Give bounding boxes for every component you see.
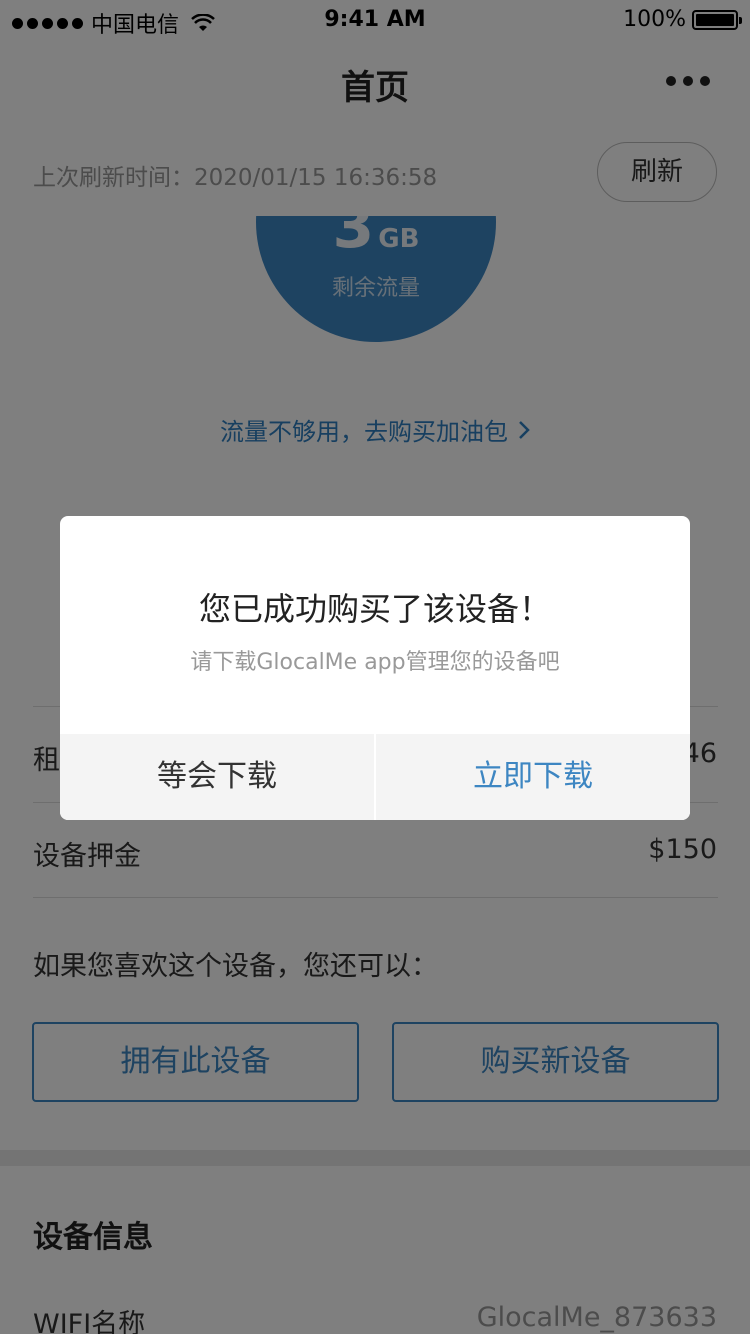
purchase-success-dialog: 您已成功购买了该设备！ 请下载GlocalMe app管理您的设备吧 等会下载 … <box>60 516 690 820</box>
dialog-subtitle: 请下载GlocalMe app管理您的设备吧 <box>190 650 560 675</box>
download-now-button[interactable]: 立即下载 <box>376 734 690 820</box>
dialog-actions: 等会下载 立即下载 <box>60 734 690 820</box>
dialog-title: 您已成功购买了该设备！ <box>198 590 551 628</box>
download-later-button[interactable]: 等会下载 <box>60 734 376 820</box>
